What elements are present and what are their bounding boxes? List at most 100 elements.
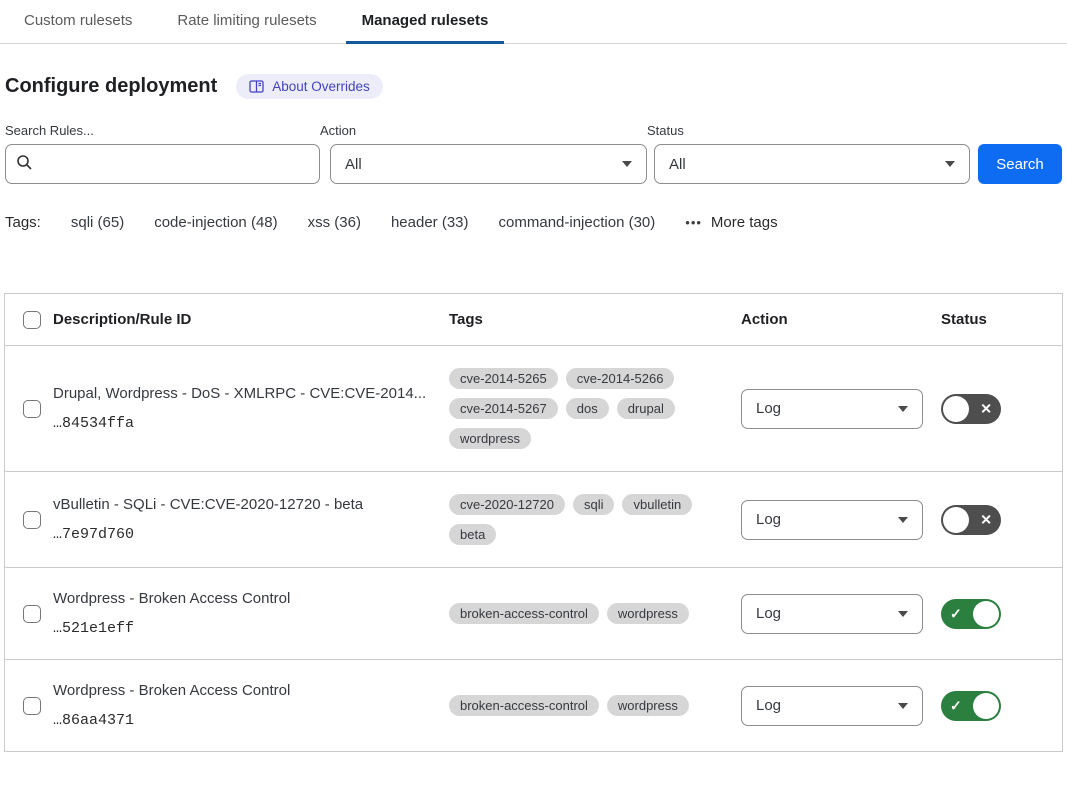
page-head: Configure deployment About Overrides <box>5 74 1062 99</box>
status-filter-label: Status <box>647 123 970 138</box>
rule-description-cell: Wordpress - Broken Access Control …521e1… <box>53 590 449 637</box>
tag-filter-code-injection[interactable]: code-injection (48) <box>154 214 277 231</box>
rule-description: Wordpress - Broken Access Control <box>53 682 449 699</box>
column-header-status: Status <box>941 311 1062 328</box>
tab-bar: Custom rulesets Rate limiting rulesets M… <box>0 0 1067 44</box>
search-rules-input[interactable] <box>41 156 309 173</box>
toggle-knob <box>943 396 969 422</box>
tag-pill: dos <box>566 398 609 419</box>
toggle-state-icon: ✓ <box>950 605 962 622</box>
tag-pill: cve-2014-5265 <box>449 368 558 389</box>
tag-pill: cve-2020-12720 <box>449 494 565 515</box>
row-action-value: Log <box>756 697 781 714</box>
row-action-select[interactable]: Log <box>741 594 923 634</box>
row-action-select[interactable]: Log <box>741 389 923 429</box>
tags-bar-label: Tags: <box>5 214 41 231</box>
status-toggle[interactable]: ✓ <box>941 599 1001 629</box>
rule-id: …84534ffa <box>53 415 449 432</box>
rule-description-cell: vBulletin - SQLi - CVE:CVE-2020-12720 - … <box>53 496 449 543</box>
toggle-state-icon: ✕ <box>980 511 992 528</box>
row-action-select[interactable]: Log <box>741 500 923 540</box>
row-checkbox[interactable] <box>23 605 41 623</box>
toggle-state-icon: ✓ <box>950 697 962 714</box>
page-title: Configure deployment <box>5 75 217 98</box>
filter-bar: Search Rules... Action All Status All Se… <box>5 123 1062 184</box>
chevron-down-icon <box>898 517 908 523</box>
rule-description-cell: Wordpress - Broken Access Control …86aa4… <box>53 682 449 729</box>
more-tags-button[interactable]: ••• More tags <box>685 214 777 231</box>
tags-bar: Tags: sqli (65) code-injection (48) xss … <box>5 214 1062 231</box>
rules-table: Description/Rule ID Tags Action Status D… <box>4 293 1063 752</box>
chevron-down-icon <box>898 703 908 709</box>
tag-pill: cve-2014-5267 <box>449 398 558 419</box>
rule-tags: broken-access-control wordpress <box>449 695 741 716</box>
table-header-row: Description/Rule ID Tags Action Status <box>5 294 1062 346</box>
toggle-knob <box>973 693 999 719</box>
rule-description-cell: Drupal, Wordpress - DoS - XMLRPC - CVE:C… <box>53 385 449 432</box>
tag-pill: cve-2014-5266 <box>566 368 675 389</box>
rule-id: …521e1eff <box>53 620 449 637</box>
row-checkbox[interactable] <box>23 511 41 529</box>
tag-pill: vbulletin <box>622 494 692 515</box>
tag-pill: beta <box>449 524 496 545</box>
table-row: Drupal, Wordpress - DoS - XMLRPC - CVE:C… <box>5 346 1062 472</box>
about-overrides-link[interactable]: About Overrides <box>236 74 383 99</box>
column-header-action: Action <box>741 311 941 328</box>
action-filter-label: Action <box>320 123 647 138</box>
column-header-description: Description/Rule ID <box>53 311 449 328</box>
action-filter-select[interactable]: All <box>330 144 647 184</box>
tag-filter-xss[interactable]: xss (36) <box>308 214 361 231</box>
select-all-checkbox[interactable] <box>23 311 41 329</box>
toggle-state-icon: ✕ <box>980 400 992 417</box>
chevron-down-icon <box>898 611 908 617</box>
status-toggle[interactable]: ✕ <box>941 394 1001 424</box>
search-button[interactable]: Search <box>978 144 1062 184</box>
rule-id: …7e97d760 <box>53 526 449 543</box>
row-checkbox[interactable] <box>23 697 41 715</box>
rule-description: vBulletin - SQLi - CVE:CVE-2020-12720 - … <box>53 496 449 513</box>
tab-custom-rulesets[interactable]: Custom rulesets <box>8 0 148 44</box>
row-checkbox[interactable] <box>23 400 41 418</box>
row-action-value: Log <box>756 511 781 528</box>
row-action-value: Log <box>756 605 781 622</box>
table-body: Drupal, Wordpress - DoS - XMLRPC - CVE:C… <box>5 346 1062 752</box>
tag-filter-header[interactable]: header (33) <box>391 214 469 231</box>
search-input-box <box>5 144 320 184</box>
table-row: Wordpress - Broken Access Control …521e1… <box>5 568 1062 660</box>
table-row: vBulletin - SQLi - CVE:CVE-2020-12720 - … <box>5 472 1062 568</box>
table-row: Wordpress - Broken Access Control …86aa4… <box>5 660 1062 752</box>
status-filter-value: All <box>669 156 686 173</box>
chevron-down-icon <box>945 161 955 167</box>
more-tags-label: More tags <box>711 214 778 231</box>
chevron-down-icon <box>898 406 908 412</box>
rule-tags: broken-access-control wordpress <box>449 603 741 624</box>
tag-pill: broken-access-control <box>449 603 599 624</box>
tab-rate-limiting-rulesets[interactable]: Rate limiting rulesets <box>161 0 332 44</box>
toggle-knob <box>973 601 999 627</box>
rule-description: Wordpress - Broken Access Control <box>53 590 449 607</box>
rule-tags: cve-2014-5265 cve-2014-5266 cve-2014-5267 d… <box>449 368 741 449</box>
status-toggle[interactable]: ✓ <box>941 691 1001 721</box>
toggle-knob <box>943 507 969 533</box>
tag-pill: wordpress <box>607 695 689 716</box>
chevron-down-icon <box>622 161 632 167</box>
tag-filter-sqli[interactable]: sqli (65) <box>71 214 124 231</box>
tag-pill: drupal <box>617 398 675 419</box>
tag-pill: broken-access-control <box>449 695 599 716</box>
rule-description: Drupal, Wordpress - DoS - XMLRPC - CVE:C… <box>53 385 449 402</box>
status-filter-select[interactable]: All <box>654 144 970 184</box>
row-action-value: Log <box>756 400 781 417</box>
tag-pill: wordpress <box>449 428 531 449</box>
status-toggle[interactable]: ✕ <box>941 505 1001 535</box>
tag-pill: wordpress <box>607 603 689 624</box>
rule-id: …86aa4371 <box>53 712 449 729</box>
search-rules-label: Search Rules... <box>5 123 320 138</box>
about-overrides-label: About Overrides <box>272 79 370 94</box>
tab-managed-rulesets[interactable]: Managed rulesets <box>346 0 505 44</box>
tag-pill: sqli <box>573 494 615 515</box>
tag-filter-command-injection[interactable]: command-injection (30) <box>499 214 656 231</box>
action-filter-value: All <box>345 156 362 173</box>
row-action-select[interactable]: Log <box>741 686 923 726</box>
rule-tags: cve-2020-12720 sqli vbulletin beta <box>449 494 741 545</box>
ellipsis-icon: ••• <box>685 215 702 230</box>
